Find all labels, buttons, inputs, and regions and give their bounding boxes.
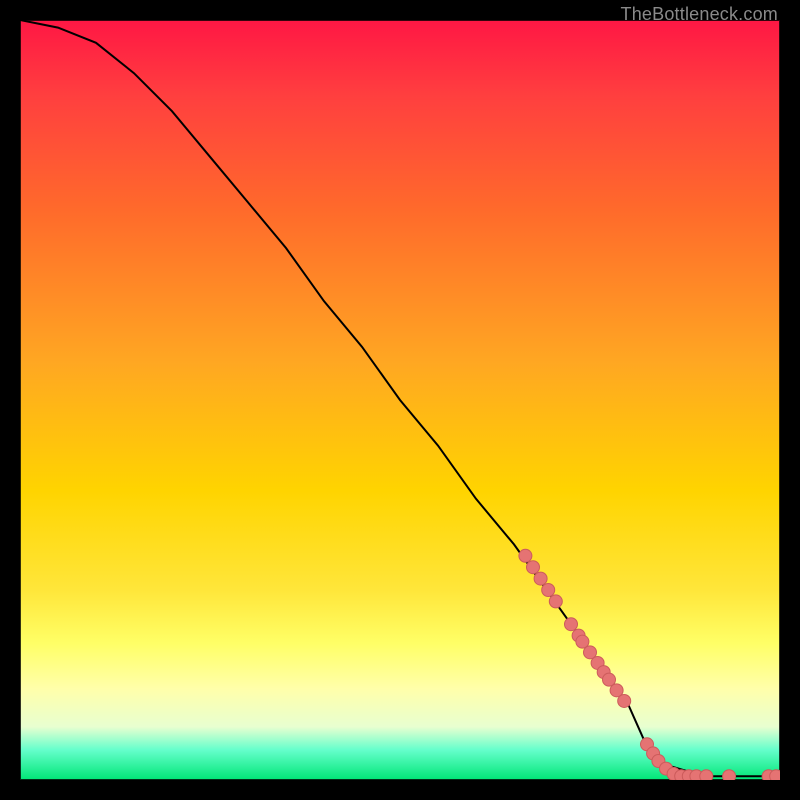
plot-area: TheBottleneck.com — [20, 20, 780, 780]
curve-marker — [549, 595, 562, 608]
curve-marker — [618, 694, 631, 707]
curve-marker — [723, 770, 736, 780]
curve-marker — [542, 584, 555, 597]
curve-svg — [20, 20, 780, 780]
curve-marker — [519, 549, 532, 562]
bottleneck-curve — [20, 20, 780, 776]
curve-marker — [565, 618, 578, 631]
chart-frame: TheBottleneck.com — [0, 0, 800, 800]
curve-markers — [519, 549, 780, 780]
curve-marker — [534, 572, 547, 585]
curve-marker — [700, 770, 713, 780]
curve-marker — [527, 561, 540, 574]
